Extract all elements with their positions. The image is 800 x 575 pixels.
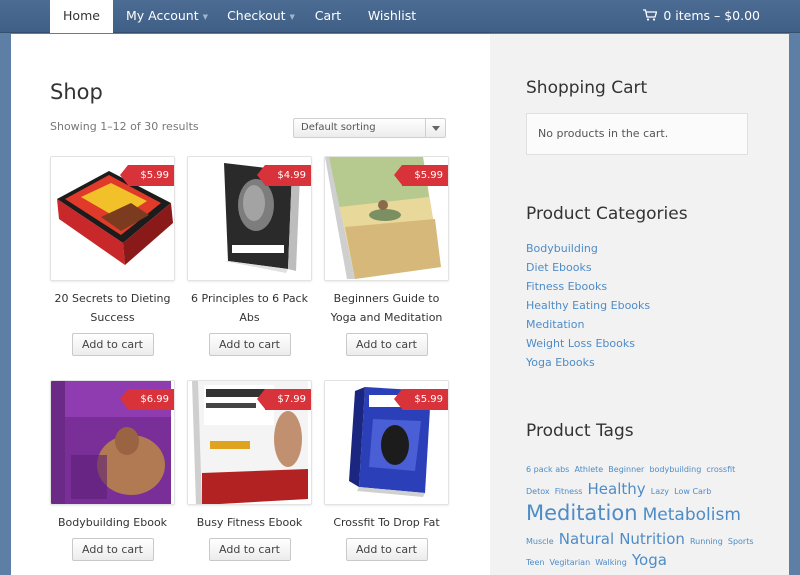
sidebar: Shopping Cart No products in the cart. P…: [490, 34, 789, 575]
add-to-cart-button[interactable]: Add to cart: [71, 538, 154, 561]
tag-link[interactable]: Lazy: [651, 487, 669, 496]
product-image[interactable]: $6.99: [50, 380, 175, 505]
tag-link[interactable]: 6 pack abs: [526, 465, 569, 474]
product-title[interactable]: Crossfit To Drop Fat: [324, 513, 449, 532]
result-count: Showing 1–12 of 30 results: [50, 120, 199, 133]
price-badge: $6.99: [120, 389, 174, 410]
product-card: $5.99 Crossfit To Drop Fat Add to cart: [324, 380, 449, 561]
top-navigation: Home My Account ▼ Checkout ▼ Cart Wishlist…: [0, 0, 800, 33]
nav-checkout-label: Checkout: [227, 8, 286, 23]
tag-link[interactable]: Beginner: [608, 465, 644, 474]
tag-link[interactable]: Walking: [595, 558, 627, 567]
category-link[interactable]: Meditation: [526, 315, 650, 334]
tag-link[interactable]: Fitness: [555, 487, 583, 496]
product-title[interactable]: Busy Fitness Ebook: [187, 513, 312, 532]
tag-link[interactable]: Teen: [526, 558, 544, 567]
product-image[interactable]: $4.99: [187, 156, 312, 281]
mini-cart: No products in the cart.: [526, 113, 748, 155]
tag-link[interactable]: Meditation: [526, 501, 638, 525]
price-badge: $5.99: [120, 165, 174, 186]
category-link[interactable]: Fitness Ebooks: [526, 277, 650, 296]
tag-link[interactable]: Natural: [559, 530, 614, 548]
product-title[interactable]: 6 Principles to 6 Pack Abs: [187, 289, 312, 327]
shopping-cart-title: Shopping Cart: [526, 78, 648, 98]
nav-checkout[interactable]: Checkout ▼: [222, 0, 300, 33]
product-title[interactable]: 20 Secrets to Dieting Success: [50, 289, 175, 327]
tag-link[interactable]: Vegitarian: [550, 558, 591, 567]
product-image[interactable]: $5.99: [324, 156, 449, 281]
chevron-down-icon: ▼: [202, 13, 209, 21]
tag-link[interactable]: Detox: [526, 487, 550, 496]
tag-link[interactable]: Athlete: [574, 465, 603, 474]
nav-my-account[interactable]: My Account ▼: [117, 0, 217, 33]
nav-home[interactable]: Home: [50, 0, 113, 33]
product-image[interactable]: $5.99: [324, 380, 449, 505]
add-to-cart-button[interactable]: Add to cart: [208, 333, 291, 356]
header-cart-summary[interactable]: 0 items – $0.00: [643, 0, 760, 31]
tag-link[interactable]: crossfit: [706, 465, 735, 474]
category-link[interactable]: Yoga Ebooks: [526, 353, 650, 372]
sort-dropdown[interactable]: Default sorting: [293, 118, 446, 138]
nav-cart[interactable]: Cart: [308, 0, 348, 33]
product-tags-title: Product Tags: [526, 421, 634, 441]
add-to-cart-button[interactable]: Add to cart: [71, 333, 154, 356]
header-cart-total: 0 items – $0.00: [663, 8, 760, 23]
tag-cloud: 6 pack abs Athlete Beginner bodybuilding…: [526, 456, 754, 571]
chevron-down-icon: [425, 119, 445, 137]
nav-wishlist[interactable]: Wishlist: [362, 0, 422, 33]
add-to-cart-button[interactable]: Add to cart: [345, 538, 428, 561]
tag-link[interactable]: Nutrition: [619, 530, 685, 548]
category-link[interactable]: Weight Loss Ebooks: [526, 334, 650, 353]
category-list: Bodybuilding Diet Ebooks Fitness Ebooks …: [526, 239, 650, 372]
product-image[interactable]: $7.99: [187, 380, 312, 505]
price-badge: $7.99: [257, 389, 311, 410]
chevron-down-icon: ▼: [289, 13, 295, 21]
product-title[interactable]: Beginners Guide to Yoga and Meditation: [324, 289, 449, 327]
add-to-cart-button[interactable]: Add to cart: [208, 538, 291, 561]
shopping-cart-icon: [643, 9, 658, 21]
tag-link[interactable]: Sports: [728, 537, 754, 546]
tag-link[interactable]: Running: [690, 537, 723, 546]
tag-link[interactable]: bodybuilding: [649, 465, 701, 474]
sort-selected-value: Default sorting: [301, 122, 376, 133]
product-categories-title: Product Categories: [526, 204, 688, 224]
page-title: Shop: [50, 80, 103, 104]
product-image[interactable]: $5.99: [50, 156, 175, 281]
product-card: $4.99 6 Principles to 6 Pack Abs Add to …: [187, 156, 312, 356]
nav-my-account-label: My Account: [125, 8, 199, 23]
category-link[interactable]: Healthy Eating Ebooks: [526, 296, 650, 315]
product-card: $5.99 20 Secrets to Dieting Success Add …: [50, 156, 175, 356]
category-link[interactable]: Bodybuilding: [526, 239, 650, 258]
price-badge: $5.99: [394, 389, 448, 410]
page-container: Shop Showing 1–12 of 30 results Default …: [11, 34, 789, 575]
product-card: $7.99 Busy Fitness Ebook Add to cart: [187, 380, 312, 561]
product-card: $5.99 Beginners Guide to Yoga and Medita…: [324, 156, 449, 356]
tag-link[interactable]: Muscle: [526, 537, 554, 546]
price-badge: $4.99: [257, 165, 311, 186]
add-to-cart-button[interactable]: Add to cart: [345, 333, 428, 356]
price-badge: $5.99: [394, 165, 448, 186]
category-link[interactable]: Diet Ebooks: [526, 258, 650, 277]
product-title[interactable]: Bodybuilding Ebook: [50, 513, 175, 532]
tag-link[interactable]: Healthy: [588, 480, 646, 498]
tag-link[interactable]: Yoga: [632, 551, 667, 569]
tag-link[interactable]: Metabolism: [643, 505, 741, 525]
tag-link[interactable]: Low Carb: [674, 487, 711, 496]
product-card: $6.99 Bodybuilding Ebook Add to cart: [50, 380, 175, 561]
